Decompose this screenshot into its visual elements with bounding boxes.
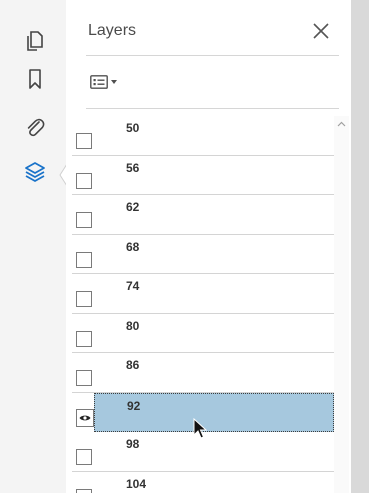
layer-row[interactable]: 68 xyxy=(72,235,334,274)
bookmarks-button[interactable] xyxy=(22,66,48,92)
layer-list-scrollbar[interactable] xyxy=(334,116,349,493)
layer-visibility-checkbox[interactable] xyxy=(76,488,92,493)
layers-panel-window: Layers 50 56 62 68 74 80 86 92 98 104 xyxy=(0,0,369,493)
scroll-up-button[interactable] xyxy=(337,121,346,129)
layer-visibility-checkbox[interactable] xyxy=(76,449,92,465)
header-divider xyxy=(86,55,339,56)
paperclip-icon xyxy=(27,118,45,137)
layers-button[interactable] xyxy=(22,159,48,185)
layer-row[interactable]: 98 xyxy=(72,432,334,472)
navigation-rail xyxy=(0,0,67,493)
chevron-down-icon xyxy=(111,80,117,84)
layer-label: 68 xyxy=(126,239,140,254)
layer-visibility-checkbox[interactable] xyxy=(76,291,92,307)
panel-title: Layers xyxy=(88,22,137,39)
layer-label: 104 xyxy=(126,476,147,491)
layer-label: 80 xyxy=(126,318,140,333)
layer-label: 50 xyxy=(126,121,140,135)
chevron-up-icon xyxy=(337,121,346,127)
layer-row[interactable]: 50 xyxy=(72,116,334,156)
layer-visibility-checkbox[interactable] xyxy=(76,330,92,347)
layer-row[interactable]: 74 xyxy=(72,274,334,314)
layer-label: 92 xyxy=(127,398,141,413)
document-edge xyxy=(351,0,369,493)
layer-visibility-checkbox[interactable] xyxy=(76,251,92,268)
layer-list: 50 56 62 68 74 80 86 92 98 104 xyxy=(72,116,334,493)
pages-icon xyxy=(27,31,43,51)
attachments-button[interactable] xyxy=(22,115,48,141)
layer-visibility-checkbox[interactable] xyxy=(76,172,92,189)
page-thumbnails-button[interactable] xyxy=(22,28,48,54)
layer-label: 86 xyxy=(126,358,140,372)
layer-label: 98 xyxy=(126,437,140,451)
close-icon xyxy=(313,23,329,39)
eye-icon xyxy=(79,415,91,420)
layer-row-selected[interactable]: 92 xyxy=(76,392,334,432)
layer-label: 74 xyxy=(126,279,140,293)
layer-label: 62 xyxy=(126,200,140,214)
layers-panel: Layers 50 56 62 68 74 80 86 92 98 104 xyxy=(66,0,351,493)
layer-row[interactable]: 104 xyxy=(72,472,334,493)
layers-icon xyxy=(25,162,45,182)
layer-options-button[interactable] xyxy=(90,70,128,94)
toolbar-divider xyxy=(86,108,339,109)
layer-row[interactable]: 62 xyxy=(72,195,334,235)
layer-row[interactable]: 56 xyxy=(72,156,334,195)
list-options-icon xyxy=(90,75,108,89)
close-button[interactable] xyxy=(310,20,332,42)
layer-row[interactable]: 80 xyxy=(72,314,334,353)
bookmark-icon xyxy=(29,69,41,89)
layer-visibility-checkbox[interactable] xyxy=(76,370,92,386)
layer-label: 56 xyxy=(126,160,140,175)
layer-visibility-toggle[interactable] xyxy=(76,408,94,427)
layer-row[interactable]: 86 xyxy=(72,353,334,393)
layer-visibility-checkbox[interactable] xyxy=(76,133,92,149)
layer-visibility-checkbox[interactable] xyxy=(76,212,92,228)
